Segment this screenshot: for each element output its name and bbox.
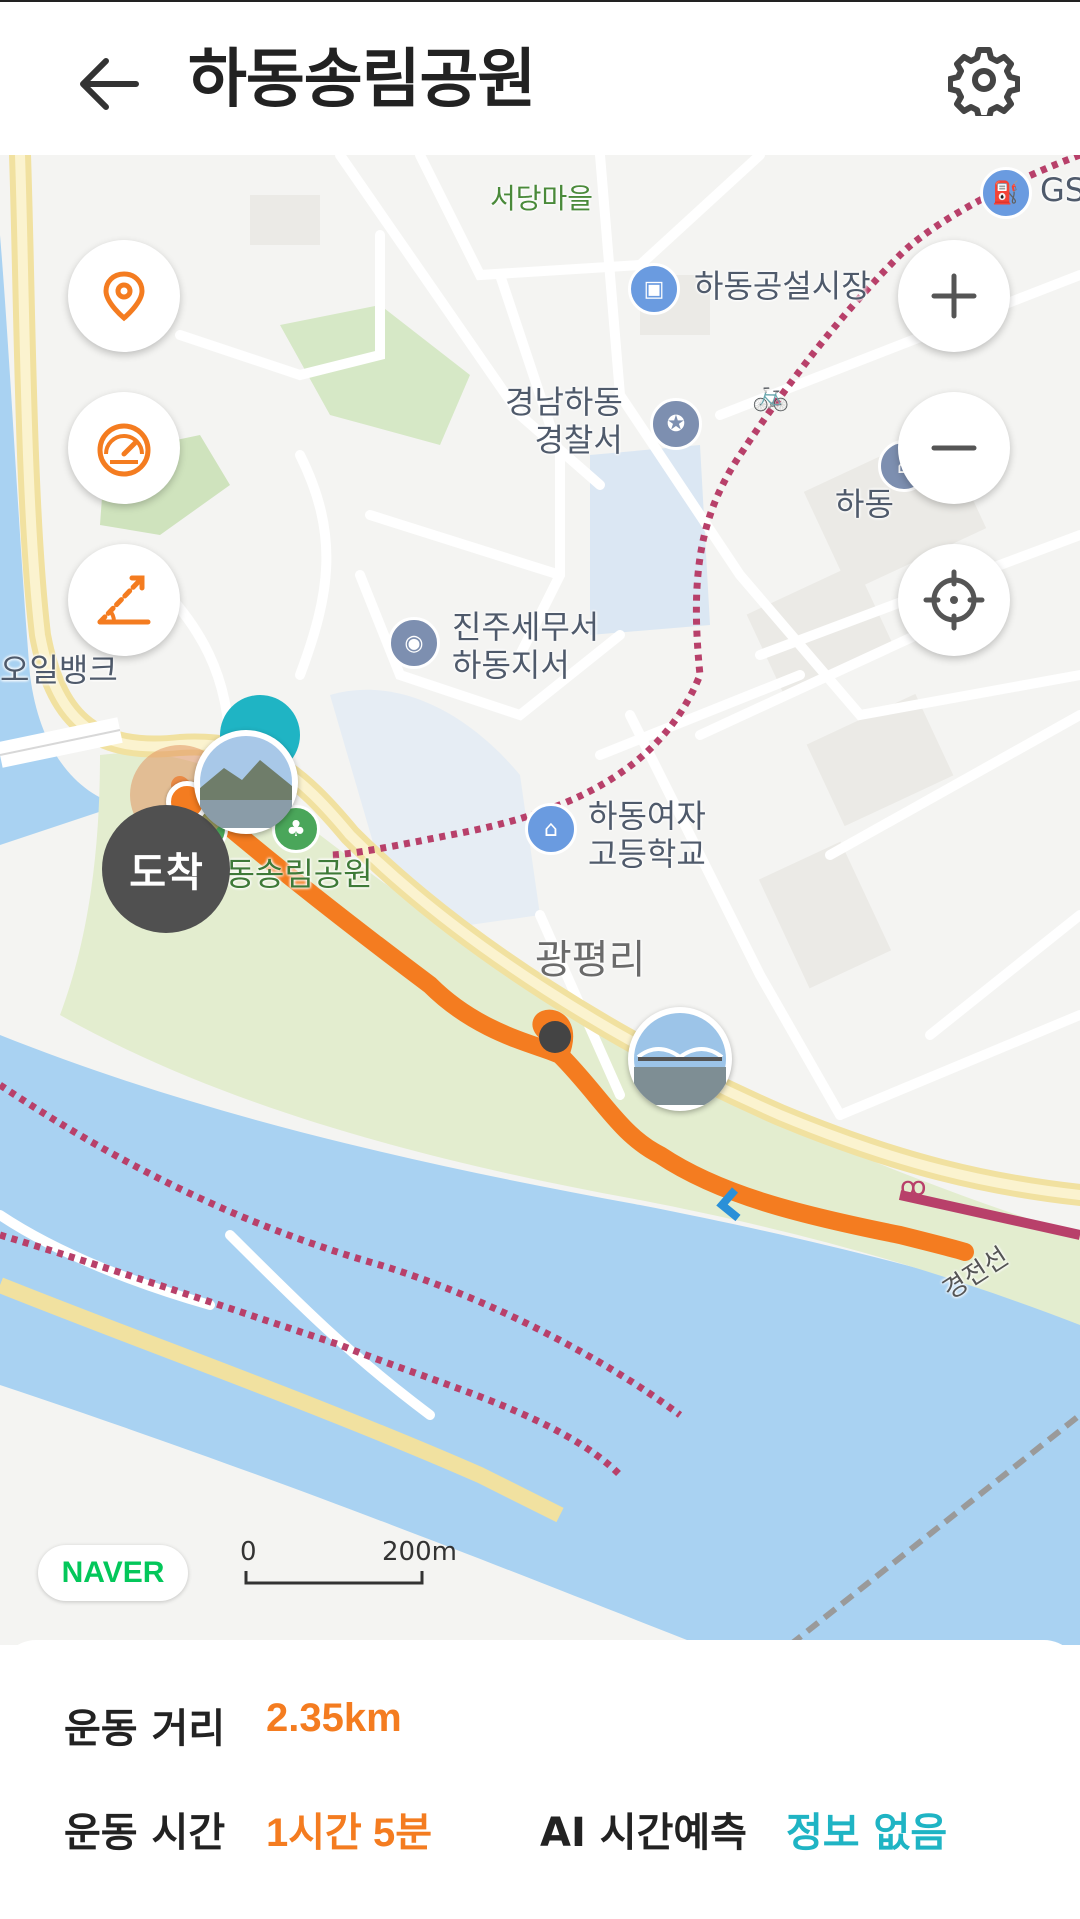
photo-pin-1[interactable] — [194, 730, 298, 834]
ai-time-value: 정보 없음 — [786, 1810, 948, 1856]
map-label-oilbank: 오일뱅크 — [0, 651, 118, 689]
arrow-left-icon — [80, 58, 139, 110]
map-view[interactable]: 🚲 ꝏ 서당마을 ▣ 하동공설시장 ⛽ GS 경남하동 경찰서 ✪ ⌂ 하동 ◉… — [0, 155, 1080, 1645]
photo-thumbnail-bridge — [634, 1013, 726, 1105]
map-label-police: 경남하동 경찰서 — [505, 383, 623, 459]
zoom-out-button[interactable] — [898, 392, 1010, 504]
ai-time-label: AI 시간예측 — [540, 1810, 747, 1856]
top-bar: 하동송림공원 — [0, 0, 1080, 157]
map-label-girls-school: 하동여자 고등학교 — [588, 797, 706, 873]
time-label: 운동 시간 — [64, 1810, 226, 1856]
location-pin-icon — [103, 271, 145, 322]
slope-icon — [97, 575, 151, 625]
minus-icon — [931, 445, 977, 451]
page-title: 하동송림공원 — [188, 43, 536, 117]
time-value: 1시간 5분 — [266, 1811, 433, 1855]
police-icon: ✪ — [650, 398, 702, 450]
map-label-hadong: 하동 — [835, 485, 894, 523]
map-label-seodang: 서당마을 — [490, 182, 594, 215]
my-location-button[interactable] — [898, 544, 1010, 656]
slope-button[interactable] — [68, 544, 180, 656]
tax-office-icon: ◉ — [388, 617, 440, 669]
zoom-in-button[interactable] — [898, 240, 1010, 352]
photo-pin-2[interactable] — [628, 1007, 732, 1111]
market-icon: ▣ — [628, 263, 680, 315]
back-button[interactable] — [70, 44, 150, 124]
speedometer-button[interactable] — [68, 392, 180, 504]
map-label-gwangpyeong: 광평리 — [535, 937, 646, 983]
scale-line — [244, 1571, 424, 1585]
distance-label: 운동 거리 — [64, 1706, 226, 1752]
map-label-tax-office: 진주세무서 하동지서 — [452, 608, 600, 684]
stats-sheet: 운동 거리 2.35km 운동 시간 1시간 5분 AI 시간예측 정보 없음 — [0, 1640, 1080, 1919]
plus-icon — [931, 273, 977, 319]
school-icon: ⌂ — [525, 803, 577, 855]
speedometer-icon — [97, 423, 151, 477]
photo-thumbnail-mountain — [200, 736, 292, 828]
naver-logo: NAVER — [38, 1545, 188, 1601]
distance-value: 2.35km — [266, 1696, 402, 1740]
gear-icon — [947, 47, 1021, 121]
settings-button[interactable] — [947, 44, 1021, 121]
map-label-market: 하동공설시장 — [694, 267, 871, 305]
map-scale-bar: 0 200m — [240, 1537, 460, 1597]
svg-text:ꝏ: ꝏ — [900, 1172, 926, 1202]
location-pin-button[interactable] — [68, 240, 180, 352]
map-label-gs: GS — [1040, 171, 1080, 209]
gas-station-icon: ⛽ — [980, 167, 1032, 219]
crosshair-icon — [923, 569, 985, 631]
svg-text:🚲: 🚲 — [752, 378, 789, 413]
arrive-bubble[interactable]: 도착 — [102, 805, 230, 933]
